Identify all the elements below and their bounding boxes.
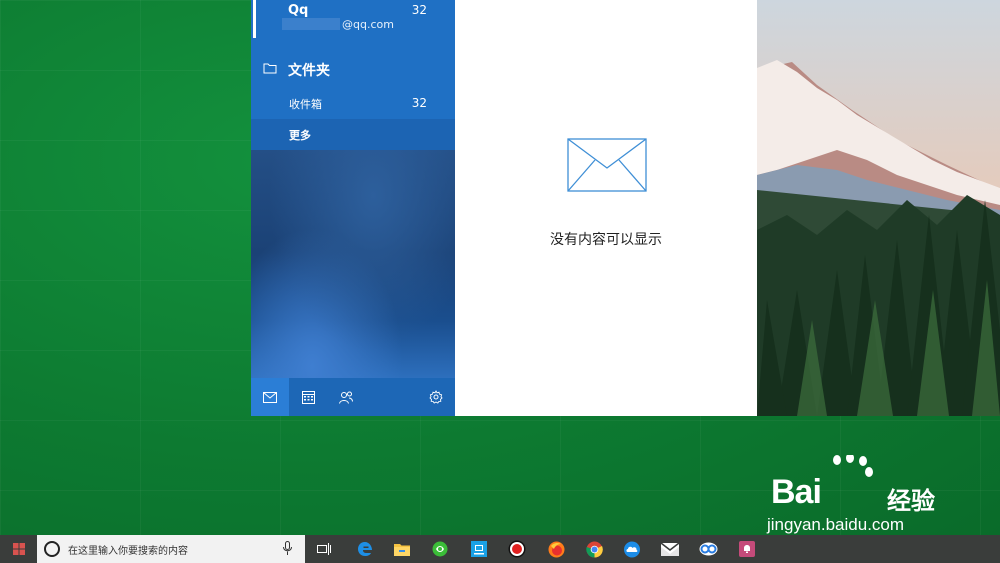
reading-pane: 没有内容可以显示 bbox=[455, 0, 757, 416]
mail-app-window: Qq 32 @qq.com 文件夹 收件箱 32 更多 没有内容可以显示 bbox=[251, 0, 757, 416]
mail-icon bbox=[263, 391, 277, 403]
taskbar-search-box[interactable]: 在这里输入你要搜索的内容 bbox=[37, 535, 305, 563]
cloud-drive-taskbar-button[interactable] bbox=[614, 535, 650, 563]
mail-app-icon bbox=[661, 542, 679, 556]
windows-logo-icon bbox=[12, 543, 25, 555]
inbox-label: 收件箱 bbox=[289, 98, 322, 111]
microphone-icon[interactable] bbox=[283, 541, 292, 556]
navigation-pane: Qq 32 @qq.com 文件夹 收件箱 32 更多 bbox=[251, 0, 455, 416]
task-view-button[interactable] bbox=[306, 535, 342, 563]
watermark-brand-suffix: 经验 bbox=[887, 487, 935, 515]
task-view-icon bbox=[317, 543, 331, 555]
store-taskbar-button[interactable] bbox=[461, 535, 497, 563]
file-explorer-taskbar-button[interactable] bbox=[384, 535, 420, 563]
people-icon bbox=[339, 391, 353, 404]
folder-item-more[interactable]: 更多 bbox=[251, 119, 455, 150]
account-email: @qq.com bbox=[342, 18, 394, 31]
green-circle-app-icon bbox=[432, 541, 448, 557]
gear-icon bbox=[429, 390, 443, 404]
more-label: 更多 bbox=[289, 129, 311, 142]
folder-icon bbox=[394, 544, 410, 556]
bell-app-icon bbox=[739, 541, 755, 557]
settings-nav-button[interactable] bbox=[417, 378, 455, 416]
record-icon bbox=[508, 540, 526, 558]
baidu-netdisk-taskbar-button[interactable] bbox=[690, 535, 726, 563]
account-selected-indicator bbox=[253, 0, 256, 38]
landscape-wallpaper bbox=[757, 0, 1000, 416]
calendar-nav-button[interactable] bbox=[289, 378, 327, 416]
folder-item-inbox[interactable]: 收件箱 32 bbox=[251, 89, 455, 119]
chrome-taskbar-button[interactable] bbox=[576, 535, 612, 563]
taskbar: 在这里输入你要搜索的内容 bbox=[0, 535, 1000, 563]
firefox-taskbar-button[interactable] bbox=[538, 535, 574, 563]
mail-taskbar-button[interactable] bbox=[652, 535, 688, 563]
watermark-url: jingyan.baidu.com bbox=[767, 515, 905, 534]
netdisk-icon bbox=[699, 542, 717, 556]
mail-nav-button[interactable] bbox=[251, 378, 289, 416]
store-icon bbox=[471, 541, 487, 557]
cloud-icon bbox=[624, 541, 640, 557]
edge-taskbar-button[interactable] bbox=[347, 535, 383, 563]
people-nav-button[interactable] bbox=[327, 378, 365, 416]
chrome-icon bbox=[585, 541, 603, 558]
inbox-unread-count: 32 bbox=[411, 96, 427, 110]
empty-state-message: 没有内容可以显示 bbox=[550, 232, 662, 248]
edge-icon bbox=[358, 542, 372, 556]
account-name[interactable]: Qq bbox=[288, 3, 308, 18]
cortana-icon[interactable] bbox=[44, 541, 60, 557]
folder-icon[interactable] bbox=[263, 61, 277, 75]
baidu-jingyan-watermark: Bai 经验 jingyan.baidu.com bbox=[765, 455, 965, 535]
folders-title[interactable]: 文件夹 bbox=[288, 60, 330, 80]
calendar-icon bbox=[301, 390, 315, 404]
firefox-icon bbox=[548, 541, 564, 557]
recorder-taskbar-button[interactable] bbox=[499, 535, 535, 563]
account-unread-count: 32 bbox=[411, 3, 427, 17]
start-button[interactable] bbox=[0, 535, 37, 563]
notification-app-taskbar-button[interactable] bbox=[729, 535, 765, 563]
envelope-icon bbox=[567, 138, 647, 192]
account-email-mask bbox=[282, 18, 340, 30]
nav-background-photo bbox=[251, 150, 455, 378]
search-input[interactable]: 在这里输入你要搜索的内容 bbox=[68, 542, 188, 557]
watermark-brand: Bai bbox=[771, 473, 822, 511]
green-app-taskbar-button[interactable] bbox=[422, 535, 458, 563]
